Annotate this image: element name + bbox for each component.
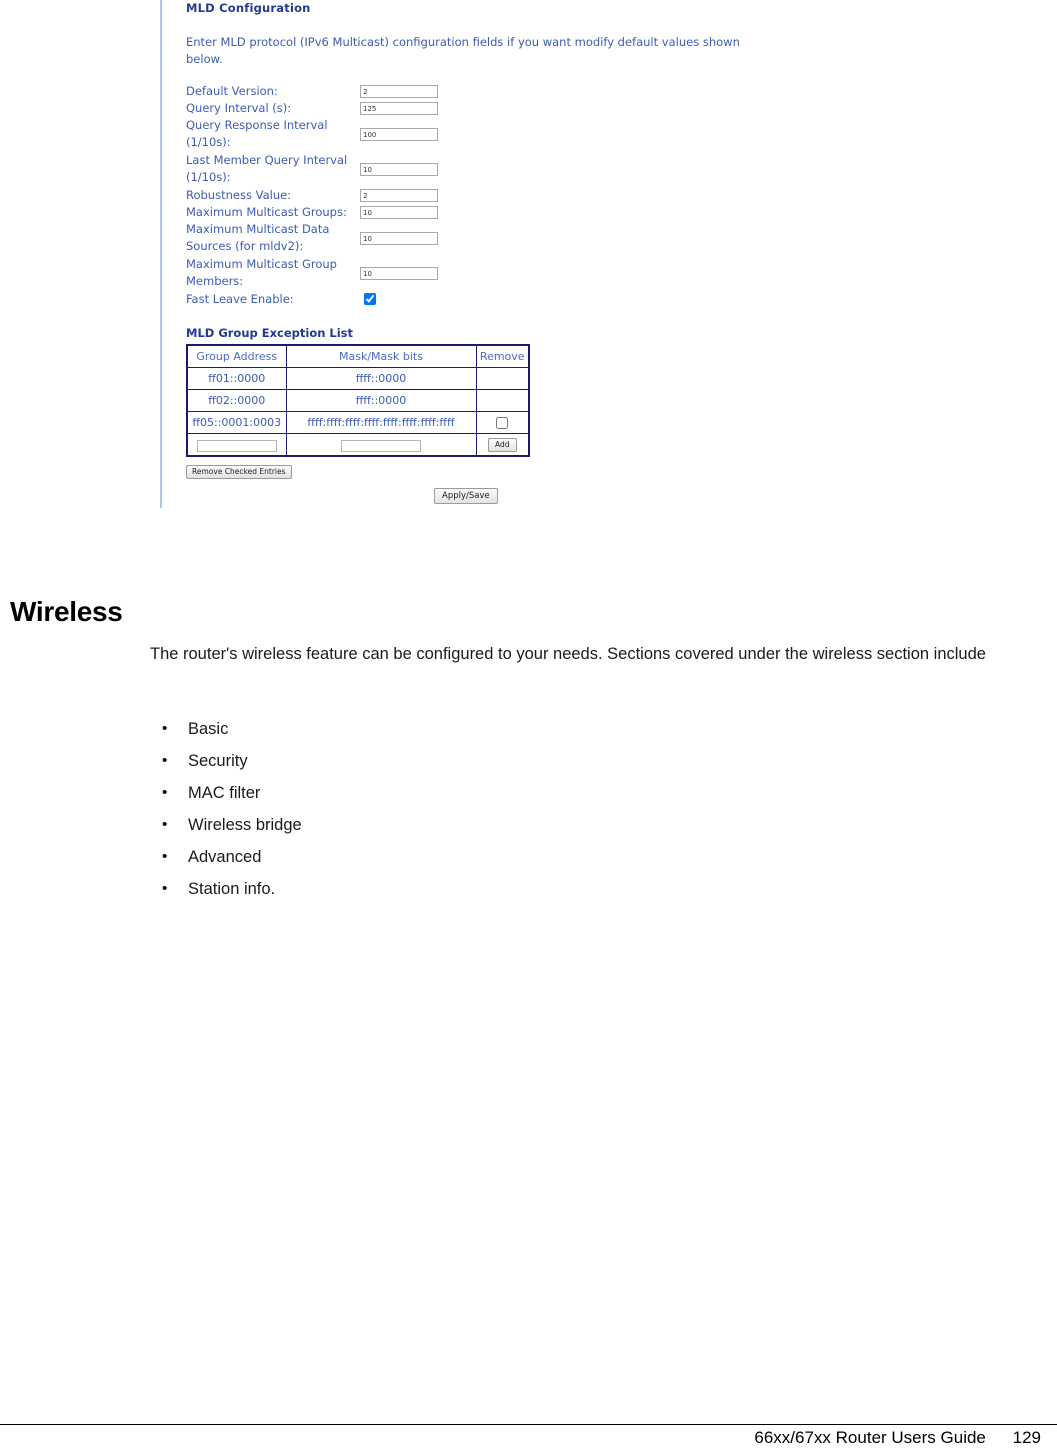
cell-mask: ffff::0000 [285,367,477,390]
apply-save-button[interactable]: Apply/Save [434,488,498,504]
cell-new-mask [285,433,477,457]
input-last-member-query-interval[interactable] [360,163,438,176]
mld-configuration-panel: MLD Configuration Enter MLD protocol (IP… [186,0,746,504]
footer-page-number: 129 [1012,1428,1041,1447]
label-fast-leave-enable: Fast Leave Enable: [186,292,294,306]
intro-paragraph: The router's wireless feature can be con… [150,645,986,663]
input-maximum-multicast-groups[interactable] [360,206,438,219]
table-row-new-entry: Add [186,433,530,457]
cell-group-address: ff01::0000 [186,367,287,390]
cell-mask: ffff::0000 [285,389,477,412]
list-item: MAC filter [162,777,302,809]
apply-save-row: Apply/Save [434,485,498,504]
router-config-screenshot: MLD Configuration Enter MLD protocol (IP… [0,0,1057,520]
input-query-interval[interactable] [360,102,438,115]
table-header-row: Group Address Mask/Mask bits Remove [186,344,530,368]
mld-configuration-description: Enter MLD protocol (IPv6 Multicast) conf… [186,35,740,66]
list-item: Security [162,745,302,777]
label-maximum-multicast-groups: Maximum Multicast Groups: [186,205,347,219]
field-row-query-interval: Query Interval (s): [186,100,606,117]
table-row: ff02::0000 ffff::0000 [186,389,530,412]
field-row-robustness-value: Robustness Value: [186,187,606,204]
column-header-group-address: Group Address [186,344,287,368]
left-blue-rail [160,0,162,508]
label-query-response-interval: Query Response Interval (1/10s): [186,118,328,149]
input-query-response-interval[interactable] [360,128,438,141]
label-maximum-multicast-group-members: Maximum Multicast Group Members: [186,257,337,288]
input-new-mask[interactable] [341,439,421,452]
label-last-member-query-interval: Last Member Query Interval (1/10s): [186,153,348,184]
field-row-query-response-interval: Query Response Interval (1/10s): [186,117,606,152]
field-row-maximum-multicast-group-members: Maximum Multicast Group Members: [186,256,606,291]
cell-new-group-address [186,433,287,457]
list-item: Wireless bridge [162,809,302,841]
wireless-sections-list: Basic Security MAC filter Wireless bridg… [150,713,302,905]
cell-mask: ffff:ffff:ffff:ffff:ffff:ffff:ffff:ffff [285,411,477,434]
cell-remove [475,389,530,412]
mld-group-exception-list-section: MLD Group Exception List Group Address M… [186,326,546,479]
column-header-remove: Remove [475,344,530,368]
mld-configuration-title: MLD Configuration [186,1,311,15]
checkbox-remove-entry[interactable] [496,417,509,429]
remove-checked-entries-button[interactable]: Remove Checked Entries [186,465,292,479]
label-maximum-multicast-data-sources: Maximum Multicast Data Sources (for mldv… [186,222,330,253]
field-row-last-member-query-interval: Last Member Query Interval (1/10s): [186,152,606,187]
list-item: Basic [162,713,302,745]
add-button[interactable]: Add [487,438,517,452]
footer-guide-title: 66xx/67xx Router Users Guide [754,1428,986,1447]
field-row-fast-leave-enable: Fast Leave Enable: [186,291,606,308]
input-maximum-multicast-group-members[interactable] [360,267,438,280]
table-row: ff01::0000 ffff::0000 [186,367,530,390]
label-robustness-value: Robustness Value: [186,188,292,202]
field-row-default-version: Default Version: [186,83,606,100]
cell-remove [475,411,530,434]
cell-group-address: ff02::0000 [186,389,287,412]
label-query-interval: Query Interval (s): [186,101,292,115]
footer-divider [0,1424,1057,1425]
mld-group-exception-table: Group Address Mask/Mask bits Remove ff01… [186,344,530,457]
field-row-maximum-multicast-groups: Maximum Multicast Groups: [186,204,606,221]
checkbox-fast-leave-enable[interactable] [364,293,376,305]
cell-group-address: ff05::0001:0003 [186,411,287,434]
input-maximum-multicast-data-sources[interactable] [360,232,438,245]
table-row: ff05::0001:0003 ffff:ffff:ffff:ffff:ffff… [186,411,530,434]
mld-group-exception-list-title: MLD Group Exception List [186,326,354,340]
remove-checked-entries-row: Remove Checked Entries [186,461,546,479]
cell-add-action: Add [475,433,530,457]
input-robustness-value[interactable] [360,189,438,202]
input-default-version[interactable] [360,85,438,98]
label-default-version: Default Version: [186,84,278,98]
field-row-maximum-multicast-data-sources: Maximum Multicast Data Sources (for mldv… [186,221,606,256]
cell-remove [475,367,530,390]
list-item: Station info. [162,873,302,905]
page-title: Wireless [10,596,123,627]
list-item: Advanced [162,841,302,873]
footer: 66xx/67xx Router Users Guide 129 [754,1428,1041,1448]
column-header-mask: Mask/Mask bits [285,344,477,368]
mld-configuration-form: Default Version: Query Interval (s): Que… [186,83,606,308]
input-new-group-address[interactable] [196,439,277,452]
